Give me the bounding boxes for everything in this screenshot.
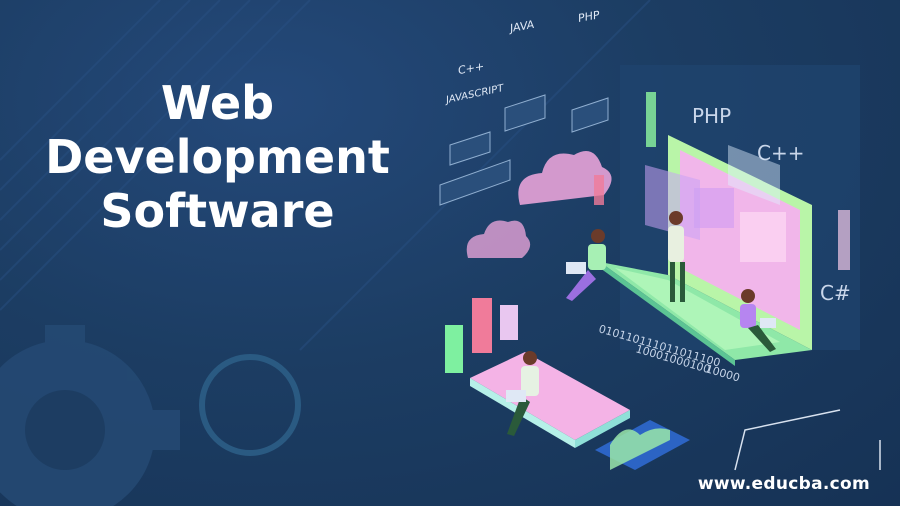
person-sitting-top xyxy=(566,229,606,301)
hero-banner: Web Development Software C++ JAVA PHP JA… xyxy=(0,0,900,506)
tag-java: JAVA xyxy=(504,18,546,132)
tag-php: PHP xyxy=(571,8,609,133)
tag-cpp-label: C++ xyxy=(458,60,484,78)
site-url: www.educba.com xyxy=(697,474,870,494)
cloud-icon xyxy=(466,151,612,258)
web-development-illustration: C++ JAVA PHP JAVASCRIPT PHP C++ C# 01011… xyxy=(439,8,881,471)
tag-java-label: JAVA xyxy=(509,18,535,35)
binary-line-3: 10000 xyxy=(704,362,741,384)
phone-icon xyxy=(470,352,630,448)
tag-cpp: C++ xyxy=(449,60,491,166)
tag-javascript-label: JAVASCRIPT xyxy=(445,83,504,106)
connector-lines xyxy=(734,409,881,471)
screen-label-php: PHP xyxy=(692,104,731,128)
screen-label-csharp: C# xyxy=(820,281,851,305)
tag-php-label: PHP xyxy=(578,8,600,25)
